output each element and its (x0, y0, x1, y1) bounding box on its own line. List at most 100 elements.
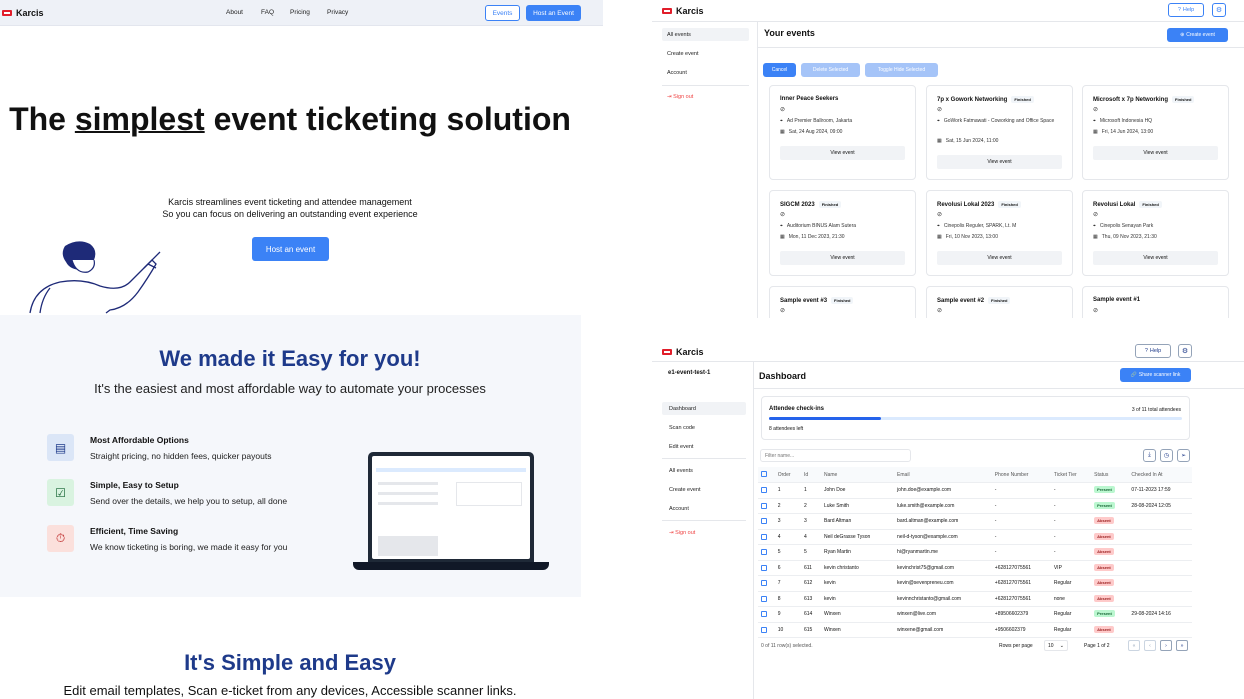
help-button[interactable]: ? Help (1168, 3, 1204, 17)
column-header[interactable]: Id (800, 467, 821, 483)
table-row[interactable]: 7 612 kevin kevin@sevenpreneu.com +628127075… (758, 575, 1192, 592)
view-event-button[interactable]: View event (937, 251, 1062, 265)
view-event-button[interactable]: View event (937, 155, 1062, 169)
column-header[interactable]: Checked In At (1128, 467, 1192, 483)
table-row[interactable]: 3 3 Bard Altman bard.altman@example.com - - Ab… (758, 513, 1192, 530)
table-row[interactable]: 9 614 Winxen winxen@live.com +89506602379 Reg… (758, 606, 1192, 623)
column-header[interactable]: Email (894, 467, 992, 483)
send-icon[interactable]: ➢ (1177, 449, 1190, 462)
cancel-button[interactable]: Cancel (763, 63, 796, 77)
column-header[interactable]: Status (1091, 467, 1129, 483)
sidebar-item-create-event[interactable]: Create event (667, 51, 699, 57)
event-card[interactable]: SIGCM 2023 Finished ⊘ ⌖ Auditorium BINUS Ala… (769, 190, 916, 276)
view-event-button[interactable]: View event (780, 251, 905, 265)
hero-host-event-button[interactable]: Host an event (252, 237, 329, 261)
eye-off-icon: ⊘ (780, 212, 786, 218)
row-checkbox[interactable] (758, 544, 775, 561)
sidebar-item-create-event[interactable]: Create event (669, 487, 701, 493)
row-checkbox[interactable] (758, 513, 775, 530)
event-card[interactable]: Revolusi Lokal 2023 Finished ⊘ ⌖ Cinepolis R… (926, 190, 1073, 276)
last-page-icon[interactable]: » (1176, 640, 1188, 651)
view-event-button[interactable]: View event (780, 146, 905, 160)
table-cell: 5 (774, 544, 801, 561)
sidebar-item-account[interactable]: Account (669, 506, 689, 512)
help-button[interactable]: ? Help (1135, 344, 1171, 358)
nav-faq[interactable]: FAQ (261, 9, 274, 16)
row-checkbox[interactable] (758, 591, 775, 607)
brand-name[interactable]: Karcis (676, 347, 704, 357)
event-card[interactable]: 7p x Gowork Networking Finished ⊘ ⌖ GoWork F… (926, 85, 1073, 180)
brand-logo[interactable]: Karcis (2, 8, 44, 18)
table-row[interactable]: 1 1 John Doe john.doe@example.com - - Present 0… (758, 482, 1192, 499)
gear-icon[interactable]: ⚙ (1212, 3, 1226, 17)
delete-selected-button[interactable]: Delete Selected (801, 63, 860, 77)
gear-icon[interactable]: ⚙ (1178, 344, 1192, 358)
sidebar-item-scan-code[interactable]: Scan code (669, 425, 695, 431)
view-event-button[interactable]: View event (1093, 251, 1218, 265)
select-all-checkbox[interactable] (758, 467, 775, 483)
host-event-nav-button[interactable]: Host an Event (526, 5, 581, 21)
table-cell: Winxen (820, 606, 895, 623)
events-button[interactable]: Events (485, 5, 520, 21)
location-icon: ⌖ (780, 118, 783, 124)
brand-name[interactable]: Karcis (676, 6, 704, 16)
event-card[interactable]: Sample event #2 Finished ⊘ (926, 286, 1073, 318)
row-checkbox[interactable] (758, 482, 775, 499)
table-row[interactable]: 8 613 kevin kevinnchristanto@gmail.com +6281… (758, 591, 1192, 607)
brand-name: Karcis (16, 8, 44, 18)
rows-per-page-select[interactable]: 10 ⌄ (1044, 640, 1068, 651)
event-card[interactable]: Revolusi Lokal Finished ⊘ ⌖ Cinepolis Senaya… (1082, 190, 1229, 276)
row-checkbox[interactable] (758, 498, 775, 514)
first-page-icon[interactable]: « (1128, 640, 1140, 651)
event-card[interactable]: Sample event #1 ⊘ (1082, 286, 1229, 318)
table-row[interactable]: 2 2 Luke Smith luke.smith@example.com - - Pres… (758, 498, 1192, 514)
sidebar-item-account[interactable]: Account (667, 70, 687, 76)
share-scanner-link-button[interactable]: 🔗 Share scanner link (1120, 368, 1191, 382)
location-icon: ⌖ (780, 223, 783, 229)
column-header[interactable]: Name (820, 467, 895, 483)
row-checkbox[interactable] (758, 622, 775, 638)
feature-title: Efficient, Time Saving (90, 526, 179, 536)
view-event-button[interactable]: View event (1093, 146, 1218, 160)
sign-out-link[interactable]: ⇥ Sign out (667, 94, 693, 100)
table-row[interactable]: 4 4 Neil deGrasse Tyson neil-d-tyson@exampl… (758, 529, 1192, 545)
event-card[interactable]: Microsoft x 7p Networking Finished ⊘ ⌖ Micro… (1082, 85, 1229, 180)
sidebar-item-all-events[interactable]: All events (669, 468, 693, 474)
nav-about[interactable]: About (226, 9, 243, 16)
row-checkbox[interactable] (758, 529, 775, 545)
table-cell: +89506602379 (991, 606, 1051, 623)
create-event-button[interactable]: ⊕ Create event (1167, 28, 1228, 42)
status-cell: Absent (1091, 529, 1129, 545)
column-header[interactable]: Phone Number (991, 467, 1051, 483)
event-location: ⌖ Microsoft Indonesia HQ (1093, 118, 1153, 124)
filter-name-input[interactable] (760, 449, 911, 462)
status-badge: Absent (1094, 563, 1114, 571)
sidebar-item-dashboard[interactable]: Dashboard (669, 406, 696, 412)
column-header[interactable]: Order (774, 467, 801, 483)
divider (662, 520, 746, 521)
next-page-icon[interactable]: › (1160, 640, 1172, 651)
toggle-hide-button[interactable]: Toggle Hide Selected (865, 63, 938, 77)
table-row[interactable]: 6 611 kevin christanto kevinchrist75@gmail.… (758, 560, 1192, 576)
sidebar-item-all-events[interactable]: All events (667, 32, 691, 38)
table-cell: Regular (1050, 622, 1092, 638)
landing-page-panel: Karcis About FAQ Pricing Privacy Events … (0, 0, 603, 699)
sidebar-item-edit-event[interactable]: Edit event (669, 444, 693, 450)
row-checkbox[interactable] (758, 606, 775, 623)
nav-pricing[interactable]: Pricing (290, 9, 310, 16)
table-row[interactable]: 5 5 Ryan Martin hi@ryanmartin.me - - Absent (758, 544, 1192, 561)
sign-out-link[interactable]: ⇥ Sign out (669, 530, 695, 536)
download-icon[interactable]: ⤓ (1143, 449, 1156, 462)
event-card[interactable]: Inner Peace Seekers ⊘ ⌖ Ad Premier Ballroom… (769, 85, 916, 180)
nav-privacy[interactable]: Privacy (327, 9, 348, 16)
column-header[interactable]: Ticket Tier (1050, 467, 1092, 483)
event-card[interactable]: Sample event #3 Finished ⊘ (769, 286, 916, 318)
event-title: Microsoft x 7p Networking (1093, 96, 1169, 103)
status-cell: Absent (1091, 591, 1129, 607)
row-checkbox[interactable] (758, 560, 775, 576)
table-row[interactable]: 10 615 Winxen winxene@gmail.com +9506602379 R… (758, 622, 1192, 638)
simple-section-subtitle: Edit email templates, Scan e-ticket from… (63, 683, 517, 698)
prev-page-icon[interactable]: ‹ (1144, 640, 1156, 651)
clock-icon[interactable]: ◷ (1160, 449, 1173, 462)
row-checkbox[interactable] (758, 575, 775, 592)
